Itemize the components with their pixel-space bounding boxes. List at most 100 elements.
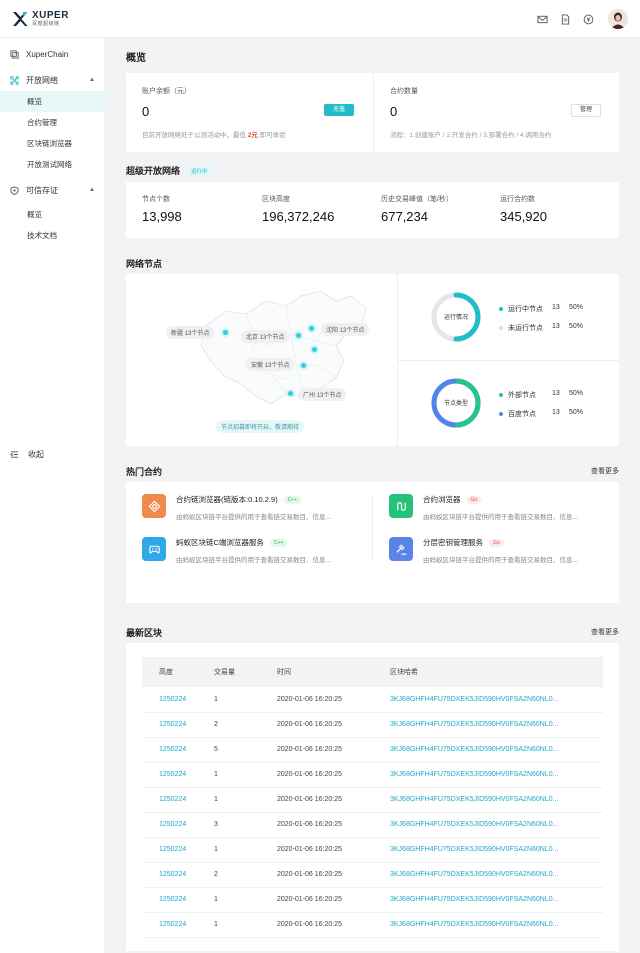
contract-title: 分层密钥管理服务 — [423, 538, 483, 547]
network-section-title: 超级开放网络 运行中 — [126, 164, 213, 177]
table-row[interactable]: 1250224 1 2020-01-06 16:20:25 3KJ68GHFH4FU7… — [142, 837, 603, 863]
nodes-section-title: 网络节点 — [126, 259, 163, 269]
sidebar-item-tech-docs[interactable]: 技术文档 — [0, 225, 104, 246]
sidebar-item-block-explorer[interactable]: 区块链浏览器 — [0, 133, 104, 154]
hot-contracts-more-link[interactable]: 查看更多 — [591, 466, 619, 476]
brand-subtitle: 百度超级链 — [32, 20, 60, 27]
map-node-dot[interactable] — [301, 363, 306, 368]
sidebar-item-label: XuperChain — [26, 49, 69, 59]
recharge-button[interactable]: 充值 — [324, 104, 354, 116]
table-row[interactable]: 1250224 3 2020-01-06 16:20:25 3KJ68GHFH4FU7… — [142, 812, 603, 838]
nodes-card: 新疆 13个节点 北京 13个节点 沈阳 13个节点 安徽 13个节点 广州 1… — [126, 274, 619, 446]
tag-text: 13个节点 — [264, 363, 290, 369]
cell-hash[interactable]: 3KJ68GHFH4FU75DXEK5JID590HV0FSA2N60NL0..… — [390, 837, 603, 863]
network-icon — [10, 75, 19, 85]
cell-tx-count: 1 — [214, 887, 277, 913]
legend-label: 外部节点 — [508, 392, 536, 399]
column-header: 高度 — [142, 657, 214, 687]
contract-item[interactable]: 分层密钥管理服务 Go 由蚂蚁区块链平台提供的用于查看链交易数目、信息... — [389, 537, 578, 564]
map-note: 节点招募即将开启，敬请期待 — [216, 420, 305, 433]
hot-contracts-title: 热门合约 — [126, 467, 163, 477]
sidebar-item-test-network[interactable]: 开放测试网络 — [0, 154, 104, 175]
manage-button[interactable]: 管理 — [571, 104, 601, 117]
sidebar-group-open-network[interactable]: 开放网络 ▲ — [0, 69, 104, 91]
cell-time: 2020-01-06 16:20:25 — [277, 712, 390, 738]
contract-item[interactable]: 合约浏览器 Go 由蚂蚁区块链平台提供的用于查看链交易数目、信息... — [389, 494, 578, 521]
contract-item[interactable]: 蚂蚁区块链C端浏览器服务 C++ 由蚂蚁区块链平台提供的用于查看链交易数目、信息.… — [142, 537, 331, 564]
table-row[interactable]: 1250224 1 2020-01-06 16:20:25 3KJ68GHFH4FU7… — [142, 887, 603, 913]
brand-logo[interactable]: XUPER 百度超级链 — [12, 9, 69, 27]
table-row[interactable]: 1250224 1 2020-01-06 16:20:25 3KJ68GHFH4FU7… — [142, 762, 603, 788]
table-row[interactable]: 1250224 1 2020-01-06 16:20:25 3KJ68GHFH4FU7… — [142, 912, 603, 938]
blocks-table: 高度 交易量 时间 区块哈希 1250224 1 2020-01-06 16:20:… — [142, 657, 603, 938]
map-tag-shenyang: 沈阳 13个节点 — [321, 323, 370, 336]
table-row[interactable]: 1250224 5 2020-01-06 16:20:25 3KJ68GHFH4FU7… — [142, 737, 603, 763]
currency-icon[interactable] — [580, 11, 596, 27]
cell-tx-count: 1 — [214, 837, 277, 863]
cell-height[interactable]: 1250224 — [142, 787, 214, 813]
map-node-dot[interactable] — [223, 330, 228, 335]
sidebar-item-xuperchain[interactable]: XuperChain — [0, 43, 104, 65]
legend-count: 13 — [552, 390, 560, 397]
xuper-logo-icon — [13, 11, 28, 26]
latest-blocks-more-link[interactable]: 查看更多 — [591, 627, 619, 637]
sidebar-group-trusted-evidence[interactable]: 可信存证 ▲ — [0, 179, 104, 201]
map-node-dot[interactable] — [312, 347, 317, 352]
tag-name: 广州 — [303, 393, 316, 399]
balance-hint: 目前开放网络处于公测活动中，最低 2元 即可体验 — [142, 129, 286, 139]
table-row[interactable]: 1250224 2 2020-01-06 16:20:25 3KJ68GHFH4FU7… — [142, 862, 603, 888]
legend-label: 百度节点 — [508, 411, 536, 418]
sidebar-item-contract-management[interactable]: 合约管理 — [0, 112, 104, 133]
cell-height[interactable]: 1250224 — [142, 812, 214, 838]
map-node-dot[interactable] — [288, 391, 293, 396]
cell-height[interactable]: 1250224 — [142, 862, 214, 888]
table-row[interactable]: 1250224 1 2020-01-06 16:20:25 3KJ68GHFH4FU7… — [142, 787, 603, 813]
stat-value: 677,234 — [381, 209, 428, 224]
cell-hash[interactable]: 3KJ68GHFH4FU75DXEK5JID590HV0FSA2N60NL0..… — [390, 787, 603, 813]
map-node-dot[interactable] — [309, 326, 314, 331]
cell-hash[interactable]: 3KJ68GHFH4FU75DXEK5JID590HV0FSA2N60NL0..… — [390, 762, 603, 788]
brand-name: XUPER — [32, 9, 69, 21]
tag-name: 安徽 — [251, 363, 264, 369]
table-row[interactable]: 1250224 1 2020-01-06 16:20:25 3KJ68GHFH4FU7… — [142, 687, 603, 713]
overview-card: 账户余额（元） 0 充值 目前开放网络处于公测活动中，最低 2元 即可体验 合约… — [126, 73, 619, 152]
map-tag-xinjiang: 新疆 13个节点 — [166, 326, 215, 339]
user-avatar[interactable] — [608, 9, 628, 29]
cell-height[interactable]: 1250224 — [142, 737, 214, 763]
cell-hash[interactable]: 3KJ68GHFH4FU75DXEK5JID590HV0FSA2N60NL0..… — [390, 862, 603, 888]
cell-tx-count: 1 — [214, 912, 277, 938]
cell-hash[interactable]: 3KJ68GHFH4FU75DXEK5JID590HV0FSA2N60NL0..… — [390, 687, 603, 713]
top-bar: XUPER 百度超级链 — [0, 0, 640, 38]
tag-name: 北京 — [246, 335, 259, 341]
cell-hash[interactable]: 3KJ68GHFH4FU75DXEK5JID590HV0FSA2N60NL0..… — [390, 712, 603, 738]
sidebar-item-overview[interactable]: 概览 — [0, 91, 104, 112]
legend-pct: 50% — [569, 409, 584, 416]
gavel-icon — [389, 537, 413, 561]
page-title: 概览 — [126, 53, 146, 64]
map-node-dot[interactable] — [296, 333, 301, 338]
tag-text: 13个节点 — [184, 331, 210, 337]
legend-not-running: 未运行节点 — [499, 323, 543, 333]
document-icon[interactable] — [557, 11, 573, 27]
cell-hash[interactable]: 3KJ68GHFH4FU75DXEK5JID590HV0FSA2N60NL0..… — [390, 887, 603, 913]
contract-item[interactable]: 合约链浏览器(链版本:0.10.2.9) C++ 由蚂蚁区块链平台提供的用于查看链… — [142, 494, 331, 521]
cell-hash[interactable]: 3KJ68GHFH4FU75DXEK5JID590HV0FSA2N60NL0..… — [390, 912, 603, 938]
cell-time: 2020-01-06 16:20:25 — [277, 912, 390, 938]
cell-height[interactable]: 1250224 — [142, 912, 214, 938]
cell-hash[interactable]: 3KJ68GHFH4FU75DXEK5JID590HV0FSA2N60NL0..… — [390, 812, 603, 838]
cell-height[interactable]: 1250224 — [142, 837, 214, 863]
sidebar-collapse-button[interactable]: 收起 — [10, 449, 44, 460]
cell-height[interactable]: 1250224 — [142, 712, 214, 738]
legend-pct: 50% — [569, 304, 584, 311]
sidebar-item-evidence-overview[interactable]: 概览 — [0, 204, 104, 225]
cell-hash[interactable]: 3KJ68GHFH4FU75DXEK5JID590HV0FSA2N60NL0..… — [390, 737, 603, 763]
cell-height[interactable]: 1250224 — [142, 762, 214, 788]
table-row[interactable]: 1250224 2 2020-01-06 16:20:25 3KJ68GHFH4FU7… — [142, 712, 603, 738]
cell-height[interactable]: 1250224 — [142, 887, 214, 913]
legend-count: 13 — [552, 304, 560, 311]
mail-icon[interactable] — [534, 11, 550, 27]
contract-flow-hint: 流程：1.创建账户 / 2.开发合约 / 3.部署合约 / 4.调用合约 — [390, 132, 552, 139]
cell-height[interactable]: 1250224 — [142, 687, 214, 713]
donut-center-label: 运行情况 — [443, 315, 468, 321]
sidebar-group-label: 可信存证 — [26, 185, 58, 195]
